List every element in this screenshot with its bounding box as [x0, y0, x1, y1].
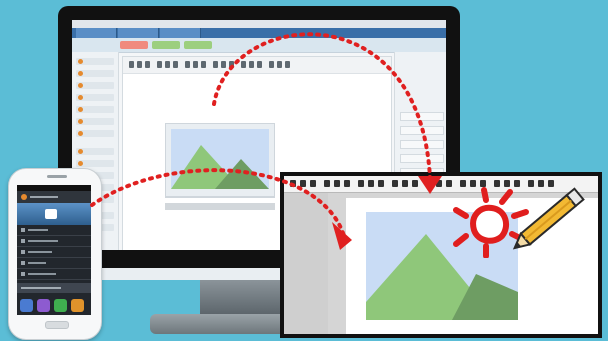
arrow-phone-to-zoom: [90, 168, 346, 238]
arrow-head: [418, 176, 442, 194]
arrow-monitor-to-zoom: [212, 32, 432, 180]
dotted-arrows-overlay: [90, 32, 442, 250]
